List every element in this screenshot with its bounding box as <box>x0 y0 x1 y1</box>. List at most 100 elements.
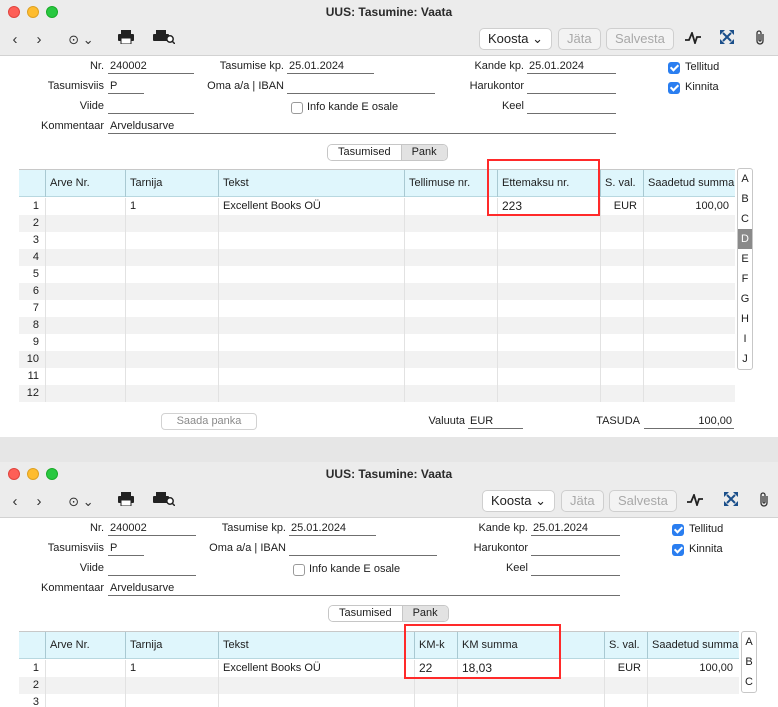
table-row[interactable]: 4 <box>19 249 735 266</box>
table-cell[interactable] <box>414 694 457 707</box>
table-cell[interactable] <box>218 300 404 317</box>
table-cell[interactable] <box>643 317 735 334</box>
table-cell[interactable] <box>218 317 404 334</box>
table-row[interactable]: 3 <box>19 232 735 249</box>
table-cell[interactable] <box>45 677 125 694</box>
table-cell[interactable] <box>600 351 643 368</box>
table-cell[interactable] <box>45 249 125 266</box>
print-preview-icon[interactable] <box>152 30 176 50</box>
zoom-window-button[interactable] <box>46 468 58 480</box>
tasumisviis-field[interactable]: P <box>108 541 144 556</box>
close-window-button[interactable] <box>8 6 20 18</box>
table-cell[interactable] <box>45 351 125 368</box>
table-cell[interactable] <box>125 266 218 283</box>
table-cell[interactable] <box>218 249 404 266</box>
paperclip-icon[interactable] <box>752 30 768 50</box>
table-cell[interactable] <box>125 283 218 300</box>
close-window-button[interactable] <box>8 468 20 480</box>
koosta-button[interactable]: Koosta ⌄ <box>482 490 556 512</box>
more-options-icon[interactable]: ⊙ ⌄ <box>66 492 96 512</box>
alphabet-letter-a[interactable]: A <box>738 169 752 189</box>
table-cell[interactable] <box>497 249 600 266</box>
table-cell[interactable] <box>600 283 643 300</box>
info-kande-checkbox[interactable] <box>291 102 303 114</box>
table-cell[interactable] <box>404 266 497 283</box>
table-row[interactable]: 1 1 Excellent Books OÜ 223 EUR 100,00 <box>19 198 735 215</box>
table-cell[interactable] <box>218 266 404 283</box>
table-cell[interactable] <box>600 368 643 385</box>
table-cell[interactable] <box>647 677 739 694</box>
keel-field[interactable] <box>531 561 620 576</box>
printer-icon[interactable] <box>116 492 136 512</box>
expand-icon[interactable] <box>722 492 740 512</box>
alphabet-letter-c[interactable]: C <box>742 672 756 692</box>
info-kande-checkbox[interactable] <box>293 564 305 576</box>
table-cell[interactable] <box>125 677 218 694</box>
harukontor-field[interactable] <box>527 79 616 94</box>
activity-icon[interactable] <box>684 30 702 50</box>
tellitud-checkbox[interactable] <box>672 524 684 536</box>
table-cell[interactable] <box>497 317 600 334</box>
tasumise-kp-field[interactable]: 25.01.2024 <box>287 59 374 74</box>
table-cell[interactable] <box>45 300 125 317</box>
table-cell[interactable] <box>497 283 600 300</box>
kommentaar-field[interactable]: Arveldusarve <box>108 119 616 134</box>
table-cell[interactable] <box>404 334 497 351</box>
table-cell[interactable] <box>600 334 643 351</box>
table-cell[interactable] <box>125 351 218 368</box>
table-cell[interactable] <box>45 385 125 402</box>
table-cell[interactable] <box>600 215 643 232</box>
table-cell[interactable] <box>643 334 735 351</box>
chevron-left-icon[interactable]: ‹ <box>8 30 22 50</box>
harukontor-field[interactable] <box>531 541 620 556</box>
table-row[interactable]: 9 <box>19 334 735 351</box>
table-cell[interactable] <box>125 385 218 402</box>
table-row[interactable]: 6 <box>19 283 735 300</box>
oma-iban-field[interactable] <box>289 541 437 556</box>
table-cell[interactable] <box>45 283 125 300</box>
table-cell[interactable] <box>497 334 600 351</box>
table-cell[interactable] <box>125 232 218 249</box>
valuuta-field[interactable]: EUR <box>468 414 523 429</box>
table-cell[interactable] <box>218 215 404 232</box>
table-cell[interactable] <box>414 677 457 694</box>
chevron-left-icon[interactable]: ‹ <box>8 492 22 512</box>
table-row[interactable]: 3 <box>19 694 739 707</box>
table-cell[interactable] <box>125 368 218 385</box>
alphabet-letter-j[interactable]: J <box>738 349 752 369</box>
table-cell[interactable] <box>647 694 739 707</box>
table-cell[interactable] <box>404 300 497 317</box>
table-cell[interactable] <box>643 215 735 232</box>
table-cell[interactable] <box>218 351 404 368</box>
kommentaar-field[interactable]: Arveldusarve <box>108 581 620 596</box>
salvesta-button[interactable]: Salvesta <box>606 28 674 50</box>
saada-panka-button[interactable]: Saada panka <box>161 413 257 430</box>
cell-tekst[interactable]: Excellent Books OÜ <box>218 660 414 677</box>
table-row[interactable]: 12 <box>19 385 735 402</box>
table-cell[interactable] <box>497 232 600 249</box>
table-cell[interactable] <box>404 249 497 266</box>
jata-button[interactable]: Jäta <box>561 490 604 512</box>
table-cell[interactable] <box>218 283 404 300</box>
table-cell[interactable] <box>218 694 414 707</box>
viide-field[interactable] <box>108 99 194 114</box>
alphabet-letter-d[interactable]: D <box>738 229 752 249</box>
table-cell[interactable] <box>600 317 643 334</box>
table-cell[interactable] <box>45 232 125 249</box>
table-cell[interactable] <box>643 368 735 385</box>
table-cell[interactable] <box>404 232 497 249</box>
table-cell[interactable] <box>600 232 643 249</box>
table-cell[interactable] <box>45 317 125 334</box>
printer-icon[interactable] <box>116 30 136 50</box>
jata-button[interactable]: Jäta <box>558 28 601 50</box>
viide-field[interactable] <box>108 561 196 576</box>
table-cell[interactable] <box>404 368 497 385</box>
table-row[interactable]: 2 <box>19 215 735 232</box>
table-cell[interactable] <box>643 232 735 249</box>
alphabet-letter-g[interactable]: G <box>738 289 752 309</box>
table-cell[interactable] <box>643 300 735 317</box>
table-cell[interactable] <box>457 677 604 694</box>
kinnita-checkbox[interactable] <box>672 544 684 556</box>
table-cell[interactable] <box>125 694 218 707</box>
minimize-window-button[interactable] <box>27 6 39 18</box>
